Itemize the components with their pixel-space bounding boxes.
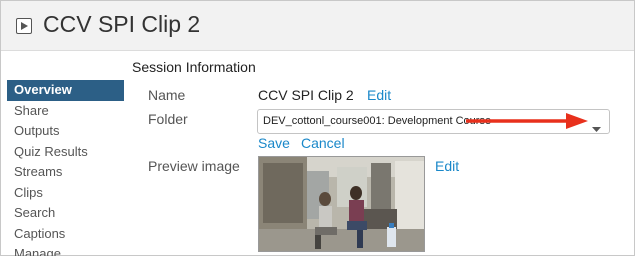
section-title: Session Information <box>132 59 256 75</box>
sidebar-item-streams[interactable]: Streams <box>7 162 124 183</box>
chevron-down-icon[interactable] <box>592 120 601 138</box>
sidebar-item-captions[interactable]: Captions <box>7 224 124 245</box>
page-title: CCV SPI Clip 2 <box>43 11 201 37</box>
name-edit-link[interactable]: Edit <box>367 87 391 103</box>
sidebar-item-outputs[interactable]: Outputs <box>7 121 124 142</box>
folder-save-link[interactable]: Save <box>258 135 290 151</box>
preview-image-edit-link[interactable]: Edit <box>435 158 459 174</box>
page-header: CCV SPI Clip 2 <box>1 1 634 51</box>
sidebar-item-manage[interactable]: Manage <box>7 244 124 256</box>
name-label: Name <box>148 87 186 103</box>
preview-image-label: Preview image <box>148 158 240 174</box>
preview-image-thumbnail <box>258 156 425 252</box>
sidebar-nav: Overview Share Outputs Quiz Results Stre… <box>7 80 124 256</box>
folder-select-value: DEV_cottonl_course001: Development Cours… <box>263 115 492 127</box>
sidebar-item-clips[interactable]: Clips <box>7 183 124 204</box>
session-name-value: CCV SPI Clip 2 <box>258 87 354 103</box>
folder-label: Folder <box>148 111 188 127</box>
annotation-arrow-icon <box>466 113 588 129</box>
folder-cancel-link[interactable]: Cancel <box>301 135 345 151</box>
play-icon <box>16 18 32 34</box>
session-window: CCV SPI Clip 2 Session Information Overv… <box>0 0 635 256</box>
sidebar-item-share[interactable]: Share <box>7 101 124 122</box>
sidebar-item-overview[interactable]: Overview <box>7 80 124 101</box>
sidebar-item-search[interactable]: Search <box>7 203 124 224</box>
sidebar-item-quiz-results[interactable]: Quiz Results <box>7 142 124 163</box>
